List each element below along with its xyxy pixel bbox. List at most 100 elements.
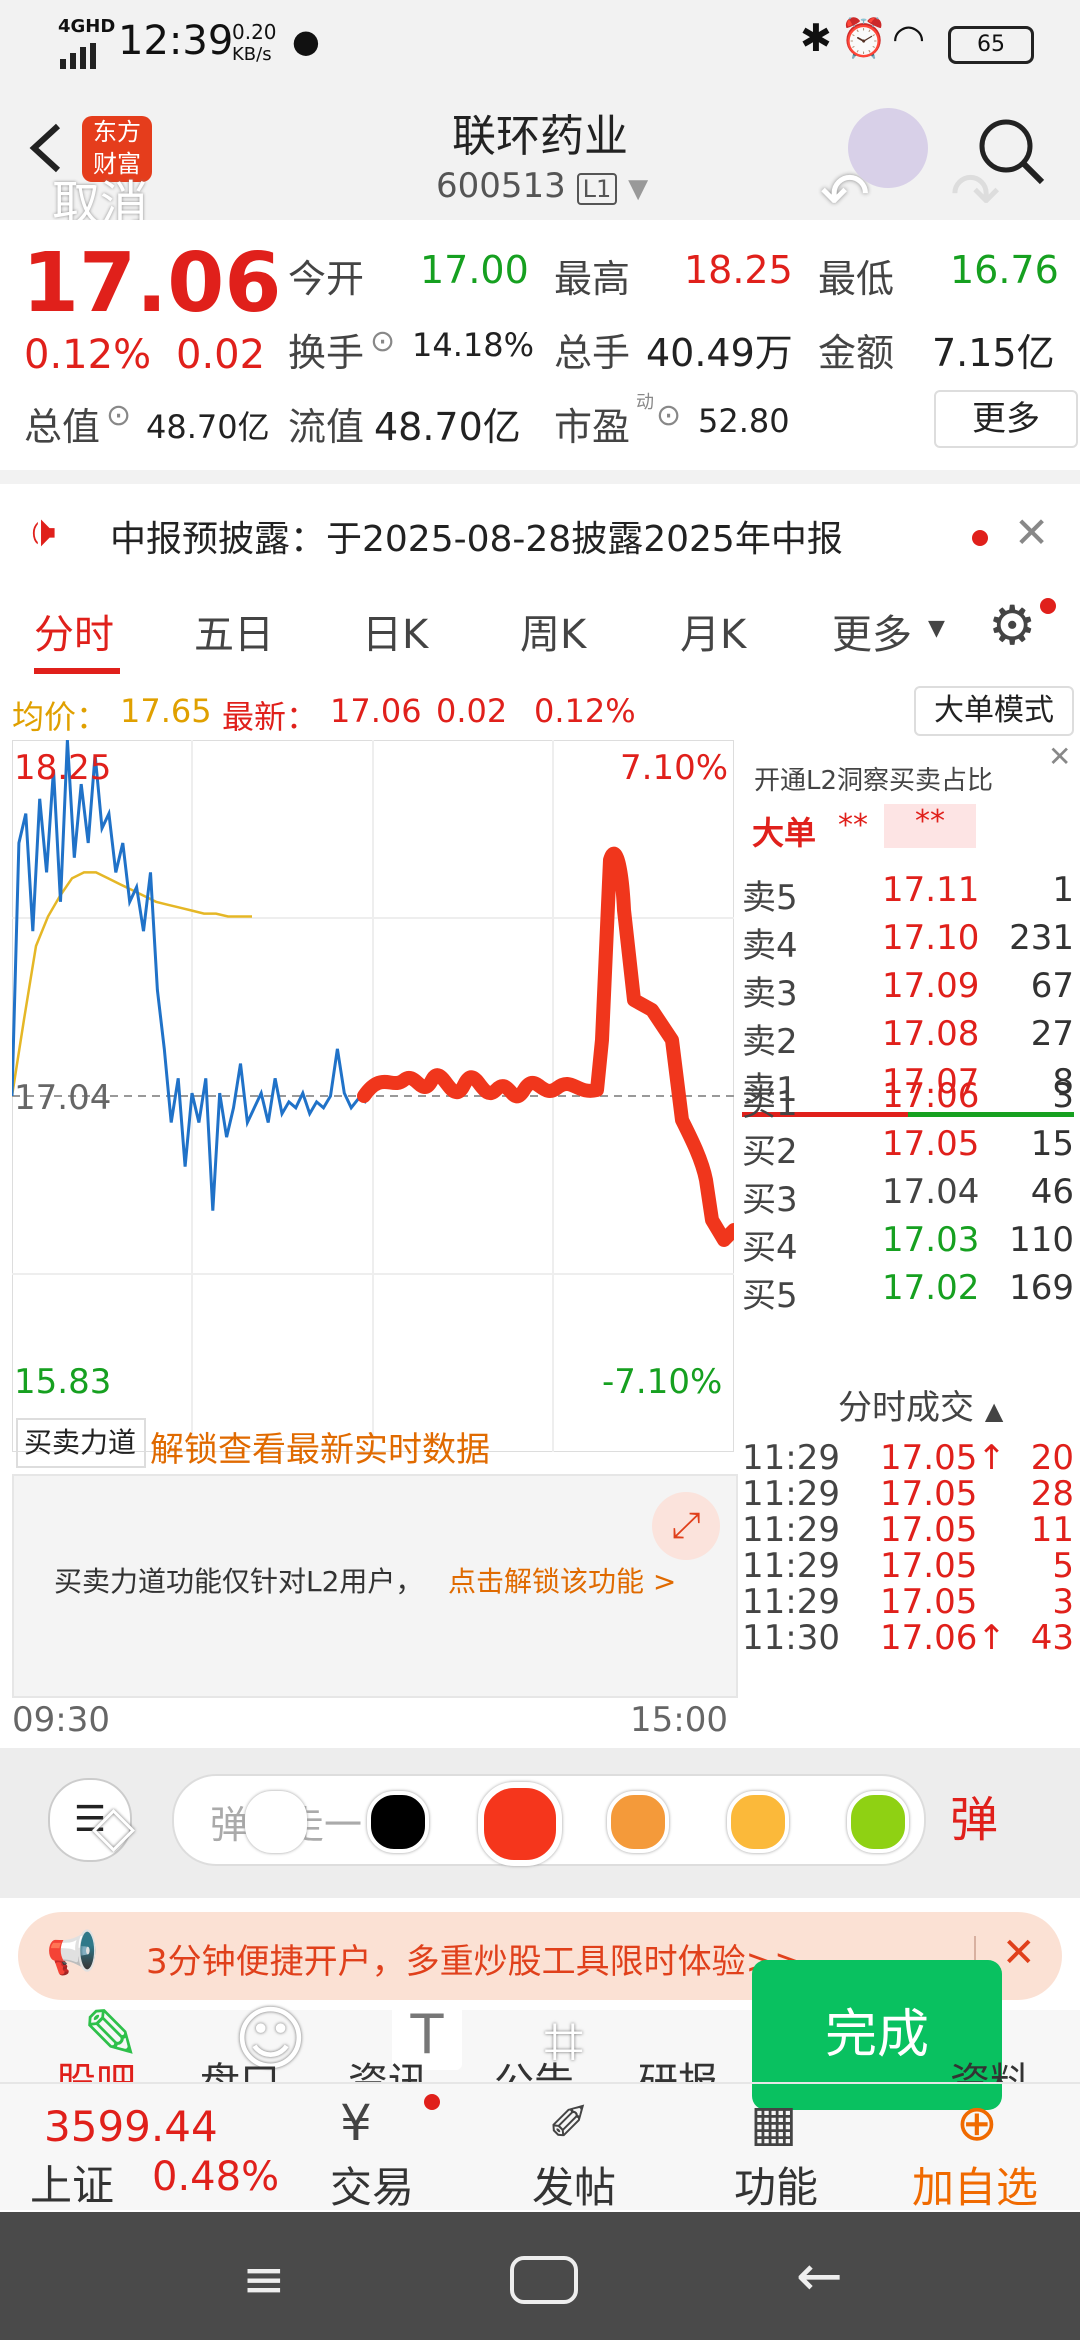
buy-label: 买4 (742, 1228, 798, 1268)
chart-area: 均价： 17.65 最新： 17.06 0.02 0.12% 大单模式 18.2… (0, 684, 1080, 1748)
danmaku-send-icon[interactable]: 弹 (950, 1780, 998, 1850)
trade-button[interactable]: 交易 (330, 2154, 414, 2215)
buy-label: 买5 (742, 1276, 798, 1316)
add-watch-icon: ⊕ (956, 2094, 998, 2152)
tab-intraday[interactable]: 分时 (34, 602, 114, 660)
l2-promo-link[interactable]: 开通L2洞察买卖占比 (754, 760, 993, 797)
tab-week-k[interactable]: 周K (520, 602, 586, 660)
color-swatch[interactable] (245, 1791, 307, 1853)
chevron-down-icon: ▼ (628, 174, 649, 204)
sell-label: 卖4 (742, 926, 798, 966)
orderbook-close-icon[interactable]: ✕ (1048, 740, 1071, 773)
tick-volume: 11 (1030, 1510, 1074, 1550)
search-icon[interactable] (976, 116, 1046, 190)
bottom-tab[interactable]: 公告 (494, 2050, 574, 2082)
post-button[interactable]: 发帖 (532, 2154, 616, 2215)
bottom-tab[interactable]: 股吧 (56, 2050, 136, 2082)
promo-text[interactable]: 3分钟便捷开户，多重炒股工具限时体验>> (146, 1934, 803, 1983)
color-swatch[interactable] (847, 1791, 909, 1853)
notice-bar[interactable]: 🕩 中报预披露：于2025-08-28披露2025年中报 ✕ (0, 470, 1080, 598)
big-order-value-2: ** (884, 804, 976, 848)
info-icon[interactable]: ⊙ (370, 324, 395, 359)
color-swatch[interactable] (607, 1791, 669, 1853)
y-bottom-label: 15.83 (14, 1362, 112, 1402)
bottom-divider (0, 2082, 1080, 2084)
home-icon[interactable] (510, 2256, 578, 2304)
big-order-mode-button[interactable]: 大单模式 (914, 686, 1074, 736)
info-icon[interactable]: ⊙ (106, 398, 131, 433)
x-end-label: 15:00 (630, 1700, 728, 1740)
close-icon[interactable]: ✕ (1014, 508, 1049, 557)
tab-day-k[interactable]: 日K (362, 602, 428, 660)
sell-label: 卖3 (742, 974, 798, 1014)
turnover-value: 14.18% (412, 326, 535, 364)
chevron-down-icon: ▼ (928, 616, 945, 641)
assistant-avatar[interactable] (848, 108, 928, 188)
low-value: 16.76 (950, 248, 1059, 292)
tick-volume: 3 (1052, 1582, 1074, 1622)
price-chart[interactable] (12, 740, 734, 1452)
eraser-icon[interactable]: ◇ (92, 1794, 135, 1859)
ticks-header[interactable]: 分时成交 ▲ (838, 1380, 1003, 1429)
force-select-text: 买卖力道 (24, 1426, 137, 1459)
buy-volume: 15 (1030, 1124, 1074, 1164)
pe-label: 市盈 (554, 405, 631, 449)
open-label: 今开 (288, 257, 365, 301)
more-button[interactable]: 更多 (934, 390, 1078, 448)
active-tab-underline (34, 668, 120, 674)
function-button[interactable]: 功能 (734, 2154, 818, 2215)
close-icon[interactable]: ✕ (1002, 1930, 1036, 1976)
tab-month-k[interactable]: 月K (680, 602, 746, 660)
sell-volume: 231 (1009, 918, 1074, 958)
expand-icon[interactable]: ⤢ (652, 1492, 720, 1560)
buy-price: 17.05 (882, 1124, 980, 1164)
color-swatch[interactable] (367, 1791, 429, 1853)
avg-label: 均价： (12, 698, 109, 736)
bottom-tab[interactable]: 资讯 (348, 2050, 428, 2082)
notice-text[interactable]: 中报预披露：于2025-08-28披露2025年中报 (110, 510, 843, 562)
bottom-tab[interactable]: 资料 (950, 2050, 1030, 2082)
menu-icon[interactable]: ≡ (242, 2250, 286, 2310)
trade-icon: ¥ (340, 2094, 372, 2152)
low-label: 最低 (818, 257, 895, 301)
sell-price: 17.09 (882, 966, 980, 1006)
tick-volume: 5 (1052, 1546, 1074, 1586)
buy-row: 买3 17.04 46 (742, 1172, 1074, 1220)
tick-time: 11:29 (742, 1546, 840, 1586)
function-icon: ▦ (750, 2094, 798, 2152)
gear-icon[interactable]: ⚙ (988, 594, 1036, 657)
color-swatch[interactable] (478, 1782, 562, 1866)
index-value[interactable]: 3599.44 (44, 2102, 218, 2151)
status-bar: 4GHD 12:39 0.20 KB/s ● ✱ ⏰ ◠ 65 (0, 0, 1080, 80)
float-label: 流值 (288, 405, 365, 449)
force-unlock-link[interactable]: 点击解锁该功能 > (448, 1560, 676, 1600)
red-dot (424, 2094, 440, 2110)
ticks-header-text: 分时成交 (838, 1388, 974, 1428)
index-name: 上证 (30, 2161, 115, 2210)
back-nav-icon[interactable]: ← (796, 2244, 843, 2309)
quote-panel: 17.06 0.12% 0.02 今开 17.00 最高 18.25 最低 16… (0, 220, 1080, 465)
bottom-tab[interactable]: 研报 (638, 2050, 718, 2082)
big-order-value-1: ** (838, 808, 868, 843)
add-watch-button[interactable]: 加自选 (912, 2154, 1038, 2215)
tab-5day[interactable]: 五日 (194, 602, 274, 660)
info-icon[interactable]: ⊙ (656, 398, 681, 433)
buy-price: 17.03 (882, 1220, 980, 1260)
done-button[interactable]: 完成 (752, 1960, 1002, 2110)
sell-label: 卖5 (742, 878, 798, 918)
buy-label: 买1 (742, 1084, 798, 1124)
high-value: 18.25 (684, 248, 793, 292)
bottom-tab[interactable]: 盘口 (200, 2050, 280, 2082)
tick-time: 11:30 (742, 1618, 840, 1658)
stock-code[interactable]: 600513 L1 ▼ (436, 166, 648, 206)
color-swatch[interactable] (727, 1791, 789, 1853)
high-label: 最高 (554, 257, 631, 301)
sell-volume: 67 (1030, 966, 1074, 1006)
period-tabs: 分时 五日 日K 周K 月K 更多 ▼ ⚙ (0, 584, 1080, 684)
sell-row: 卖3 17.09 67 (742, 966, 1074, 1014)
current-price: 17.06 (22, 236, 282, 331)
tab-more[interactable]: 更多 (832, 602, 912, 660)
unlock-link[interactable]: 解锁查看最新实时数据 (150, 1422, 490, 1471)
net-speed: 0.20 (232, 20, 277, 44)
force-select[interactable]: 买卖力道 ▼ (16, 1418, 146, 1503)
